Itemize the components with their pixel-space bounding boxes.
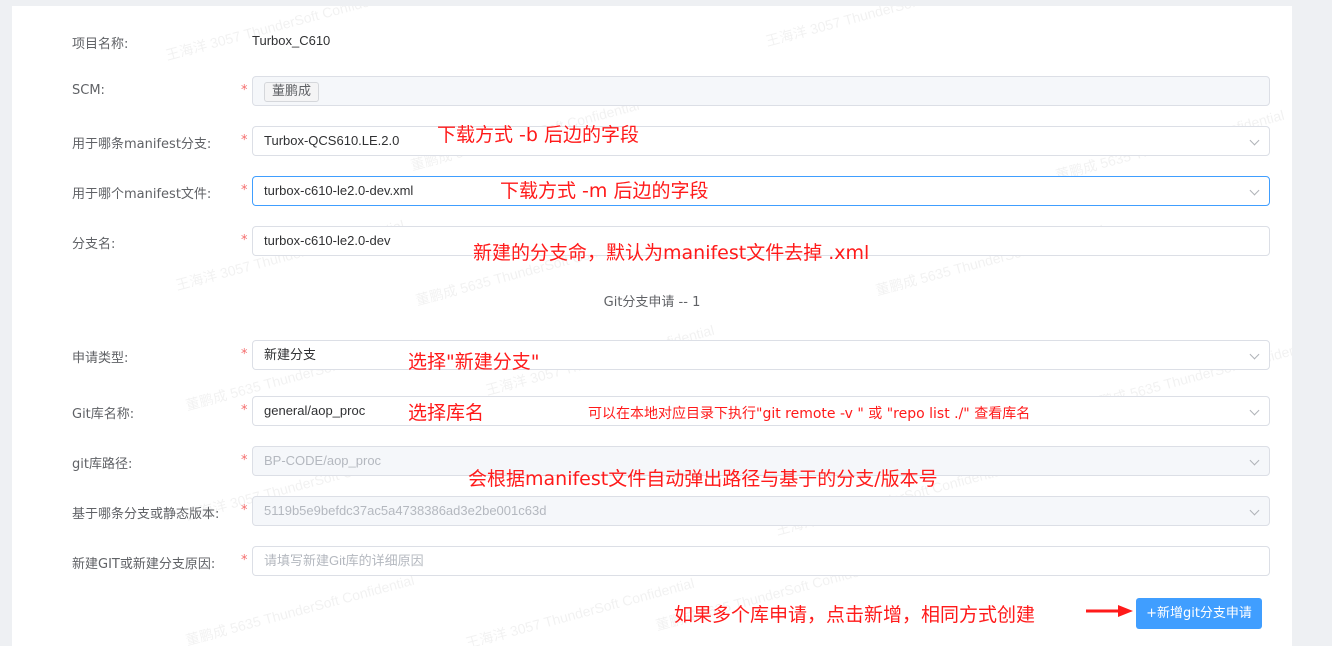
branch-name-value: turbox-c610-le2.0-dev <box>264 233 391 248</box>
chevron-down-icon <box>1249 505 1260 516</box>
manifest-file-value: turbox-c610-le2.0-dev.xml <box>264 183 414 198</box>
required-marker: * <box>241 503 248 518</box>
scm-user-tag: 董鹏成 <box>264 82 320 102</box>
git-repo-path-value: BP-CODE/aop_proc <box>264 453 382 468</box>
annotation-manifest-file: 下载方式 -m 后边的字段 <box>500 180 709 202</box>
reason-input[interactable]: 请填写新建Git库的详细原因 <box>252 546 1270 576</box>
manifest-file-select[interactable]: turbox-c610-le2.0-dev.xml <box>252 176 1270 206</box>
watermark: 董鹏成 5635 ThunderSoft Confidential <box>183 571 416 646</box>
watermark: 王海洋 3057 ThunderSoft Confidential <box>463 574 696 646</box>
required-marker: * <box>241 347 248 362</box>
apply-type-label: 申请类型: <box>72 351 129 366</box>
chevron-down-icon <box>1249 455 1260 466</box>
arrow-right-icon <box>1086 605 1133 617</box>
required-marker: * <box>241 233 248 248</box>
git-repo-path-label: git库路径: <box>72 457 133 472</box>
git-repo-name-label: Git库名称: <box>72 407 135 422</box>
scm-field: 董鹏成 <box>252 76 1270 106</box>
chevron-down-icon <box>1249 185 1260 196</box>
required-marker: * <box>241 403 248 418</box>
project-name-value: Turbox_C610 <box>252 33 331 48</box>
annotation-add-more: 如果多个库申请，点击新增，相同方式创建 <box>674 604 1036 626</box>
manifest-branch-value: Turbox-QCS610.LE.2.0 <box>264 133 400 148</box>
base-version-label: 基于哪条分支或静态版本: <box>72 507 220 522</box>
chevron-down-icon <box>1249 135 1260 146</box>
apply-type-value: 新建分支 <box>264 347 317 362</box>
required-marker: * <box>241 453 248 468</box>
required-marker: * <box>241 83 248 98</box>
base-version-value: 5119b5e9befdc37ac5a4738386ad3e2be001c63d <box>264 503 547 518</box>
chevron-down-icon <box>1249 349 1260 360</box>
git-branch-section-title: Git分支申请 -- 1 <box>603 295 701 310</box>
required-marker: * <box>241 183 248 198</box>
annotation-auto-path: 会根据manifest文件自动弹出路径与基于的分支/版本号 <box>468 468 938 490</box>
reason-label: 新建GIT或新建分支原因: <box>72 557 216 572</box>
base-version-select: 5119b5e9befdc37ac5a4738386ad3e2be001c63d <box>252 496 1270 526</box>
annotation-repo-name: 选择库名 <box>408 402 485 424</box>
watermark: 王海洋 3057 ThunderSoft Confidential <box>763 6 996 50</box>
annotation-manifest-branch: 下载方式 -b 后边的字段 <box>437 124 639 146</box>
annotation-apply-type: 选择"新建分支" <box>408 351 540 373</box>
manifest-branch-label: 用于哪条manifest分支: <box>72 137 212 152</box>
git-repo-name-value: general/aop_proc <box>264 403 366 418</box>
manifest-file-label: 用于哪个manifest文件: <box>72 187 212 202</box>
annotation-repo-name-hint: 可以在本地对应目录下执行"git remote -v " 或 "repo lis… <box>588 406 1031 422</box>
required-marker: * <box>241 133 248 148</box>
chevron-down-icon <box>1249 405 1260 416</box>
scm-label: SCM: <box>72 83 105 98</box>
required-marker: * <box>241 553 248 568</box>
branch-name-label: 分支名: <box>72 237 116 252</box>
project-name-label: 项目名称: <box>72 37 129 52</box>
apply-type-select[interactable]: 新建分支 <box>252 340 1270 370</box>
annotation-branch-name: 新建的分支命，默认为manifest文件去掉 .xml <box>473 242 870 264</box>
application-form-panel: 王海洋 3057 ThunderSoft Confidential 王海洋 30… <box>12 6 1292 646</box>
manifest-branch-select[interactable]: Turbox-QCS610.LE.2.0 <box>252 126 1270 156</box>
add-git-branch-request-button[interactable]: +新增git分支申请 <box>1136 598 1262 629</box>
reason-placeholder: 请填写新建Git库的详细原因 <box>264 553 424 568</box>
